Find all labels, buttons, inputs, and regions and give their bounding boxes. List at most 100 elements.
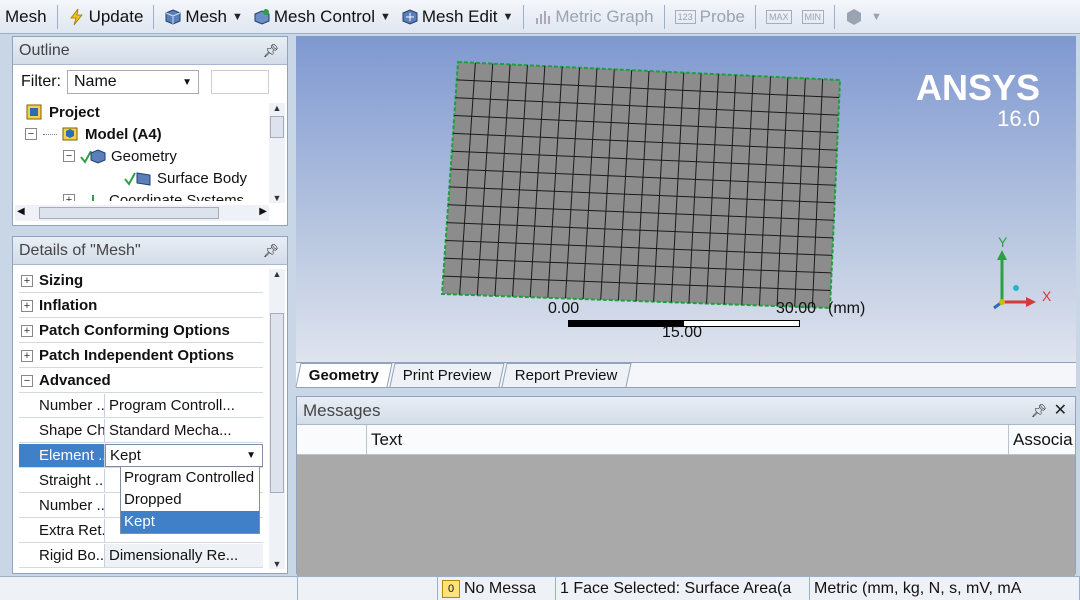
details-group-sizing[interactable]: + Sizing xyxy=(19,269,263,293)
mesh-cube-icon xyxy=(165,8,181,25)
messages-text-column[interactable]: Text xyxy=(367,425,1009,454)
graphics-viewport[interactable]: ANSYS 16.0 0.00 30.00 (mm) 15.00 Y X xyxy=(296,36,1076,362)
collapse-icon[interactable]: − xyxy=(63,150,75,162)
scroll-down-icon[interactable]: ▼ xyxy=(269,559,285,569)
probe-button[interactable]: 123 Probe xyxy=(670,2,750,32)
detail-row-shape-checking[interactable]: Shape Ch...Standard Mecha... xyxy=(19,419,263,443)
messages-icon-column[interactable] xyxy=(297,425,367,454)
surface-body-icon xyxy=(124,172,151,186)
detail-row-element-midside-nodes[interactable]: Element ... Kept ▼ xyxy=(19,444,263,468)
metric-graph-button[interactable]: Metric Graph xyxy=(529,2,658,32)
mesh-edit-button[interactable]: Mesh Edit ▼ xyxy=(396,2,518,32)
main-toolbar: Mesh Update Mesh ▼ Mesh Control ▼ Mesh E… xyxy=(0,0,1080,34)
details-vertical-scrollbar[interactable]: ▲ ▼ xyxy=(269,269,285,569)
details-group-patch-conforming[interactable]: + Patch Conforming Options xyxy=(19,319,263,343)
display-style-button[interactable]: ▼ xyxy=(840,2,887,32)
detail-value[interactable]: Standard Mecha... xyxy=(105,419,263,442)
scroll-thumb[interactable] xyxy=(270,116,284,138)
tree-item-surface-body[interactable]: Surface Body xyxy=(123,169,247,187)
messages-count-cell[interactable]: 0 No Messa xyxy=(438,577,556,600)
scale-end-label: 30.00 xyxy=(776,300,817,317)
scroll-up-icon[interactable]: ▲ xyxy=(269,269,285,279)
details-title: Details of "Mesh" xyxy=(19,242,141,259)
scroll-thumb[interactable] xyxy=(39,207,219,219)
chevron-down-icon[interactable]: ▼ xyxy=(246,450,256,461)
dropdown-option-program-controlled[interactable]: Program Controlled xyxy=(121,467,259,489)
tab-report-preview[interactable]: Report Preview xyxy=(501,363,632,387)
details-group-inflation[interactable]: + Inflation xyxy=(19,294,263,318)
min-button[interactable]: MIN xyxy=(797,2,830,32)
dropdown-option-dropped[interactable]: Dropped xyxy=(121,489,259,511)
unit-system-status[interactable]: Metric (mm, kg, N, s, mV, mA xyxy=(810,577,1080,600)
messages-list[interactable] xyxy=(297,455,1075,577)
messages-panel: Messages 📌︎ ✕ Text Associa xyxy=(296,396,1076,577)
filter-search-input[interactable] xyxy=(211,70,269,94)
detail-key-selected: Element ... xyxy=(19,444,105,467)
detail-key: Straight ... xyxy=(19,469,105,492)
expand-icon[interactable]: + xyxy=(63,194,75,201)
messages-title-bar: Messages 📌︎ ✕ xyxy=(297,397,1075,425)
tree-item-geometry[interactable]: − Geometry xyxy=(63,147,177,165)
group-label: Sizing xyxy=(39,272,84,289)
scroll-down-icon[interactable]: ▼ xyxy=(269,193,285,203)
collapse-icon[interactable]: − xyxy=(21,374,33,387)
scroll-left-icon[interactable]: ◀ xyxy=(17,206,25,217)
element-midside-nodes-dropdown: Program Controlled Dropped Kept xyxy=(120,466,260,534)
toolbar-separator xyxy=(153,4,155,29)
close-icon[interactable]: ✕ xyxy=(1054,397,1067,425)
status-bar: 0 No Messa 1 Face Selected: Surface Area… xyxy=(0,576,1080,600)
probe-icon: 123 xyxy=(674,9,696,24)
filter-select-value: Name xyxy=(74,73,117,90)
pin-icon[interactable]: 📌︎ xyxy=(262,237,279,265)
detail-key: Shape Ch... xyxy=(19,419,105,442)
tab-label: Print Preview xyxy=(402,367,492,384)
expand-icon[interactable]: + xyxy=(21,274,33,287)
outline-title-bar: Outline 📌︎ xyxy=(13,37,287,65)
outline-tree: Project − Model (A4) − Geometry Surface … xyxy=(13,101,269,201)
pin-icon[interactable]: 📌︎ xyxy=(262,37,279,65)
messages-table-header: Text Associa xyxy=(297,425,1075,455)
bar-graph-icon xyxy=(536,10,551,24)
tree-item-model[interactable]: − Model (A4) xyxy=(25,125,162,143)
tab-geometry[interactable]: Geometry xyxy=(295,363,393,387)
expand-icon[interactable]: + xyxy=(21,299,33,312)
dropdown-option-kept[interactable]: Kept xyxy=(121,511,259,533)
pin-icon[interactable]: 📌︎ xyxy=(1030,397,1047,425)
mesh-edit-icon xyxy=(402,8,418,25)
detail-row-rigid-body[interactable]: Rigid Bo... Dimensionally Re... xyxy=(19,544,263,568)
outline-horizontal-scrollbar[interactable]: ◀ ▶ xyxy=(15,205,269,221)
details-group-patch-independent[interactable]: + Patch Independent Options xyxy=(19,344,263,368)
details-group-advanced[interactable]: − Advanced xyxy=(19,369,263,393)
scroll-thumb[interactable] xyxy=(270,313,284,493)
mesh-menu-button[interactable]: Mesh ▼ xyxy=(159,2,247,32)
outline-vertical-scrollbar[interactable]: ▲ ▼ xyxy=(269,103,285,203)
details-title-bar: Details of "Mesh" 📌︎ xyxy=(13,237,287,265)
scroll-up-icon[interactable]: ▲ xyxy=(269,103,285,113)
collapse-icon[interactable]: − xyxy=(25,128,37,140)
update-button[interactable]: Update xyxy=(63,2,149,32)
scale-unit-label: (mm) xyxy=(828,300,866,317)
tree-item-label: Surface Body xyxy=(157,169,248,187)
probe-label: Probe xyxy=(699,6,746,26)
group-label: Advanced xyxy=(39,372,111,389)
scale-mid-label: 15.00 xyxy=(662,324,703,341)
mesh-control-button[interactable]: Mesh Control ▼ xyxy=(248,2,396,32)
expand-icon[interactable]: + xyxy=(21,324,33,337)
detail-row-number-cpus[interactable]: Number ... Program Controll... xyxy=(19,394,263,418)
messages-association-column[interactable]: Associa xyxy=(1009,425,1075,454)
tree-item-coordinate-systems[interactable]: + Coordinate Systems xyxy=(63,191,244,201)
tree-item-project[interactable]: Project xyxy=(25,103,100,121)
detail-value[interactable]: Program Controll... xyxy=(105,394,263,417)
message-count-icon: 0 xyxy=(442,580,460,598)
tab-label: Report Preview xyxy=(515,367,618,384)
tab-print-preview[interactable]: Print Preview xyxy=(389,363,505,387)
max-button[interactable]: MAX xyxy=(761,2,797,32)
update-label: Update xyxy=(88,6,144,26)
group-label: Patch Conforming Options xyxy=(39,322,230,339)
filter-select[interactable]: Name ▼ xyxy=(67,70,199,94)
element-midside-nodes-select[interactable]: Kept ▼ xyxy=(105,444,263,467)
detail-value[interactable]: Dimensionally Re... xyxy=(105,544,263,567)
scroll-right-icon[interactable]: ▶ xyxy=(259,206,267,217)
expand-icon[interactable]: + xyxy=(21,349,33,362)
scale-start-label: 0.00 xyxy=(548,300,580,317)
